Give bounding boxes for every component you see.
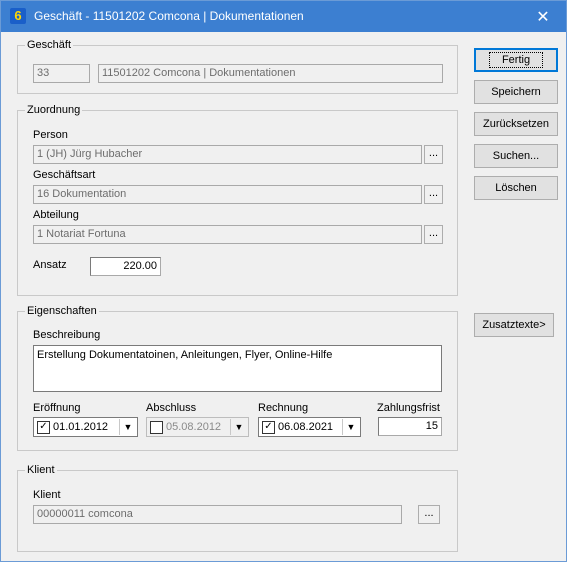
geschaeft-name-field[interactable]: 11501202 Comcona | Dokumentationen bbox=[98, 64, 443, 83]
fertig-button-label: Fertig bbox=[488, 52, 544, 68]
abteilung-field[interactable]: 1 Notariat Fortuna bbox=[33, 225, 422, 244]
window-title: Geschäft - 11501202 Comcona | Dokumentat… bbox=[34, 9, 304, 23]
zusatztexte-button[interactable]: Zusatztexte> bbox=[474, 313, 554, 337]
loeschen-button[interactable]: Löschen bbox=[474, 176, 558, 200]
eroeffnung-label: Eröffnung bbox=[33, 402, 81, 414]
suchen-button[interactable]: Suchen... bbox=[474, 144, 558, 168]
fertig-button[interactable]: Fertig bbox=[474, 48, 558, 72]
abschluss-datepicker[interactable]: 05.08.2012 ▼ bbox=[146, 417, 249, 437]
chevron-down-icon[interactable]: ▼ bbox=[230, 419, 247, 435]
abteilung-browse-button[interactable]: ... bbox=[424, 225, 443, 244]
speichern-button[interactable]: Speichern bbox=[474, 80, 558, 104]
rechnung-label: Rechnung bbox=[258, 402, 309, 414]
person-field[interactable]: 1 (JH) Jürg Hubacher bbox=[33, 145, 422, 164]
eigenschaften-legend: Eigenschaften bbox=[25, 305, 99, 318]
geschaeftsart-label: Geschäftsart bbox=[33, 169, 96, 181]
abschluss-date: 05.08.2012 bbox=[166, 421, 222, 433]
zahlungsfrist-field[interactable]: 15 bbox=[378, 417, 442, 436]
rechnung-checkbox[interactable]: ✓ bbox=[262, 421, 275, 434]
beschreibung-label: Beschreibung bbox=[33, 329, 101, 341]
eigenschaften-group: Eigenschaften Beschreibung Erstellung Do… bbox=[17, 305, 458, 451]
beschreibung-textarea[interactable]: Erstellung Dokumentatoinen, Anleitungen,… bbox=[33, 345, 442, 392]
app-icon: 6 bbox=[10, 8, 26, 24]
ansatz-label: Ansatz bbox=[33, 259, 67, 271]
zuordnung-group: Zuordnung Person 1 (JH) Jürg Hubacher ..… bbox=[17, 104, 458, 296]
person-browse-button[interactable]: ... bbox=[424, 145, 443, 164]
zahlungsfrist-label: Zahlungsfrist bbox=[377, 402, 440, 414]
title-bar: 6 Geschäft - 11501202 Comcona | Dokument… bbox=[1, 1, 566, 32]
eroeffnung-checkbox[interactable]: ✓ bbox=[37, 421, 50, 434]
zuordnung-legend: Zuordnung bbox=[25, 104, 83, 117]
chevron-down-icon[interactable]: ▼ bbox=[119, 419, 136, 435]
rechnung-date: 06.08.2021 bbox=[278, 421, 334, 433]
klient-browse-button[interactable]: ... bbox=[418, 505, 440, 524]
klient-field[interactable]: 00000011 comcona bbox=[33, 505, 402, 524]
person-label: Person bbox=[33, 129, 68, 141]
geschaeftsart-field[interactable]: 16 Dokumentation bbox=[33, 185, 422, 204]
eroeffnung-datepicker[interactable]: ✓ 01.01.2012 ▼ bbox=[33, 417, 138, 437]
abschluss-checkbox[interactable] bbox=[150, 421, 163, 434]
chevron-down-icon[interactable]: ▼ bbox=[342, 419, 359, 435]
zuruecksetzen-button[interactable]: Zurücksetzen bbox=[474, 112, 558, 136]
klient-legend: Klient bbox=[25, 464, 57, 477]
close-icon[interactable]: ✕ bbox=[520, 1, 566, 32]
geschaeft-legend: Geschäft bbox=[25, 39, 74, 52]
abteilung-label: Abteilung bbox=[33, 209, 79, 221]
rechnung-datepicker[interactable]: ✓ 06.08.2021 ▼ bbox=[258, 417, 361, 437]
geschaeftsart-browse-button[interactable]: ... bbox=[424, 185, 443, 204]
eroeffnung-date: 01.01.2012 bbox=[53, 421, 109, 433]
klient-label: Klient bbox=[33, 489, 61, 501]
geschaeft-group: Geschäft 33 11501202 Comcona | Dokumenta… bbox=[17, 39, 458, 94]
dialog-window: 6 Geschäft - 11501202 Comcona | Dokument… bbox=[0, 0, 567, 562]
geschaeft-number-field[interactable]: 33 bbox=[33, 64, 90, 83]
klient-group: Klient Klient 00000011 comcona ... bbox=[17, 464, 458, 552]
abschluss-label: Abschluss bbox=[146, 402, 197, 414]
ansatz-field[interactable]: 220.00 bbox=[90, 257, 161, 276]
